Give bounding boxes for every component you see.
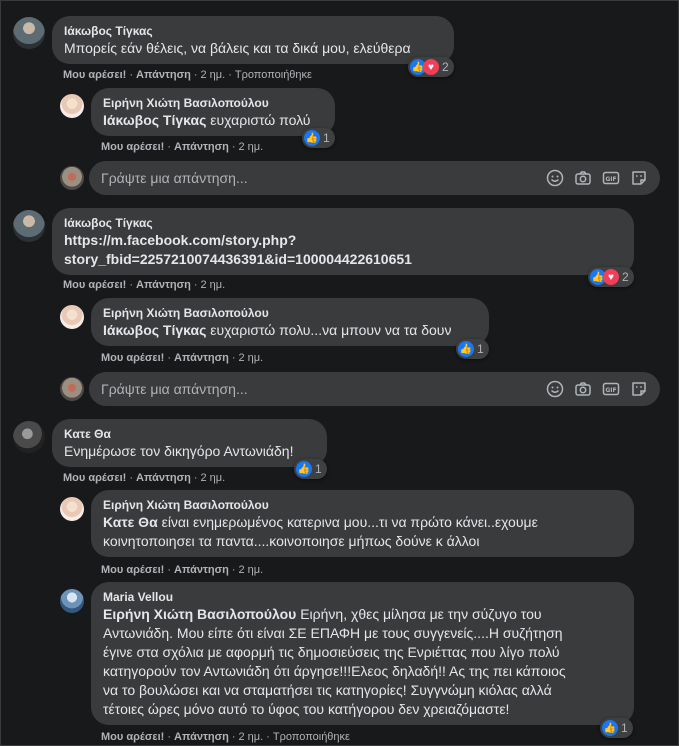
comment-author[interactable]: Κατε Θα [64, 426, 315, 442]
reply-link[interactable]: Απάντηση [174, 564, 229, 576]
reply-tools: GIF [546, 169, 648, 187]
avatar-maria[interactable] [60, 589, 84, 613]
comment-link-text[interactable]: https://m.facebook.com/story.php? story_… [64, 231, 622, 269]
reply-bubble: Ειρήνη Χιώτη Βασιλοπούλου Κατε Θα είναι … [91, 490, 634, 557]
camera-icon[interactable] [574, 169, 592, 187]
sticker-icon[interactable] [630, 169, 648, 187]
comment-actions: Μου αρέσει! · Απάντηση · 2 ημ. · Τροποποιήθηκε [63, 69, 312, 81]
reaction-count: 2 [622, 270, 629, 284]
timestamp[interactable]: 2 ημ. [201, 279, 226, 291]
reply-link[interactable]: Απάντηση [136, 69, 191, 81]
camera-icon[interactable] [574, 380, 592, 398]
svg-text:GIF: GIF [605, 176, 616, 183]
like-reaction-icon: 👍 [296, 461, 312, 477]
like-reaction-icon: 👍 [304, 130, 320, 146]
reaction-summary[interactable]: 👍 1 [302, 128, 335, 148]
reply-text: ευχαριστώ πολυ...να μπουν να τα δουν [206, 322, 452, 338]
reply-actions: Μου αρέσει! · Απάντηση · 2 ημ. · Τροποποιήθηκε [101, 731, 350, 743]
reaction-count: 1 [477, 342, 484, 356]
reaction-summary[interactable]: 👍 ♥ 2 [588, 267, 634, 287]
reply-bubble: Ειρήνη Χιώτη Βασιλοπούλου Ιάκωβος Τίγκας… [91, 298, 489, 346]
reaction-summary[interactable]: 👍 1 [456, 339, 489, 359]
like-link[interactable]: Μου αρέσει! [63, 69, 126, 81]
edited-label[interactable]: Τροποποιήθηκε [235, 69, 312, 81]
gif-icon[interactable]: GIF [602, 380, 620, 398]
reaction-count: 1 [621, 721, 628, 735]
gif-icon[interactable]: GIF [602, 169, 620, 187]
avatar-eirini[interactable] [60, 94, 84, 118]
like-link[interactable]: Μου αρέσει! [63, 472, 126, 484]
like-reaction-icon: 👍 [458, 341, 474, 357]
sticker-icon[interactable] [630, 380, 648, 398]
svg-text:GIF: GIF [605, 387, 616, 394]
reply-author[interactable]: Ειρήνη Χιώτη Βασιλοπούλου [103, 497, 622, 513]
reply-author[interactable]: Ειρήνη Χιώτη Βασιλοπούλου [103, 305, 477, 321]
reaction-summary[interactable]: 👍 1 [294, 459, 327, 479]
reply-actions: Μου αρέσει! · Απάντηση · 2 ημ. [101, 141, 264, 153]
comment-author[interactable]: Ιάκωβος Τίγκας [64, 23, 442, 39]
timestamp[interactable]: 2 ημ. [201, 69, 226, 81]
reply-bubble: Ειρήνη Χιώτη Βασιλοπούλου Ιάκωβος Τίγκας… [91, 88, 335, 136]
comment-actions: Μου αρέσει! · Απάντηση · 2 ημ. [63, 279, 226, 291]
timestamp[interactable]: 2 ημ. [239, 352, 264, 364]
reaction-summary[interactable]: 👍 ♥ 2 [408, 57, 454, 77]
comment-bubble: Κατε Θα Ενημέρωσε τον δικηγόρο Αντωνιάδη… [52, 419, 327, 467]
reply-input[interactable]: Γράψτε μια απάντηση... GIF [89, 161, 660, 195]
like-reaction-icon: 👍 [602, 720, 618, 736]
emoji-icon[interactable] [546, 169, 564, 187]
avatar-kate[interactable] [13, 421, 45, 453]
comment-actions: Μου αρέσει! · Απάντηση · 2 ημ. [63, 472, 226, 484]
reply-link[interactable]: Απάντηση [174, 352, 229, 364]
reply-text: Ειρήνη, χθες μίλησα με την σύζυγο του Αν… [103, 606, 566, 717]
comment-text: Μπορείς εάν θέλεις, να βάλεις και τα δικ… [64, 40, 411, 56]
like-link[interactable]: Μου αρέσει! [101, 352, 164, 364]
reply-link[interactable]: Απάντηση [174, 731, 229, 743]
comment-bubble: Ιάκωβος Τίγκας Μπορείς εάν θέλεις, να βά… [52, 16, 454, 64]
reply-tools: GIF [546, 380, 648, 398]
like-link[interactable]: Μου αρέσει! [101, 564, 164, 576]
reaction-summary[interactable]: 👍 1 [600, 718, 633, 738]
like-link[interactable]: Μου αρέσει! [101, 141, 164, 153]
reaction-count: 1 [323, 131, 330, 145]
avatar-iakovos[interactable] [13, 210, 45, 242]
reply-actions: Μου αρέσει! · Απάντηση · 2 ημ. [101, 352, 264, 364]
reply-link[interactable]: Απάντηση [136, 472, 191, 484]
mention-link[interactable]: Ιάκωβος Τίγκας [103, 322, 206, 338]
reply-bubble: Maria Vellou Ειρήνη Χιώτη Βασιλοπούλου Ε… [91, 582, 634, 725]
reply-link[interactable]: Απάντηση [136, 279, 191, 291]
comment-bubble: Ιάκωβος Τίγκας https://m.facebook.com/st… [52, 208, 634, 275]
mention-link[interactable]: Ιάκωβος Τίγκας [103, 112, 206, 128]
reply-link[interactable]: Απάντηση [174, 141, 229, 153]
reply-author[interactable]: Ειρήνη Χιώτη Βασιλοπούλου [103, 95, 323, 111]
reply-text: ευχαριστώ πολύ [206, 112, 311, 128]
reaction-count: 1 [315, 462, 322, 476]
love-reaction-icon: ♥ [603, 269, 619, 285]
avatar-iakovos[interactable] [13, 17, 45, 49]
avatar-eirini[interactable] [60, 305, 84, 329]
comment-text: Ενημέρωσε τον δικηγόρο Αντωνιάδη! [64, 443, 294, 459]
like-link[interactable]: Μου αρέσει! [101, 731, 164, 743]
mention-link[interactable]: Ειρήνη Χιώτη Βασιλοπούλου [103, 606, 296, 622]
avatar-current-user [60, 166, 84, 190]
timestamp[interactable]: 2 ημ. [201, 472, 226, 484]
reply-input[interactable]: Γράψτε μια απάντηση... GIF [89, 372, 660, 406]
reply-actions: Μου αρέσει! · Απάντηση · 2 ημ. [101, 564, 264, 576]
reply-author[interactable]: Maria Vellou [103, 589, 622, 605]
reply-text: είναι ενημερωμένος κατερινα μου...τι να … [103, 514, 538, 549]
timestamp[interactable]: 2 ημ. [239, 731, 264, 743]
love-reaction-icon: ♥ [423, 59, 439, 75]
timestamp[interactable]: 2 ημ. [239, 141, 264, 153]
reaction-count: 2 [442, 60, 449, 74]
avatar-eirini[interactable] [60, 497, 84, 521]
reply-input-placeholder: Γράψτε μια απάντηση... [101, 170, 248, 186]
comment-author[interactable]: Ιάκωβος Τίγκας [64, 215, 622, 231]
like-link[interactable]: Μου αρέσει! [63, 279, 126, 291]
mention-link[interactable]: Κατε Θα [103, 514, 158, 530]
reply-input-placeholder: Γράψτε μια απάντηση... [101, 381, 248, 397]
timestamp[interactable]: 2 ημ. [239, 564, 264, 576]
avatar-current-user [60, 377, 84, 401]
edited-label[interactable]: Τροποποιήθηκε [273, 731, 350, 743]
emoji-icon[interactable] [546, 380, 564, 398]
